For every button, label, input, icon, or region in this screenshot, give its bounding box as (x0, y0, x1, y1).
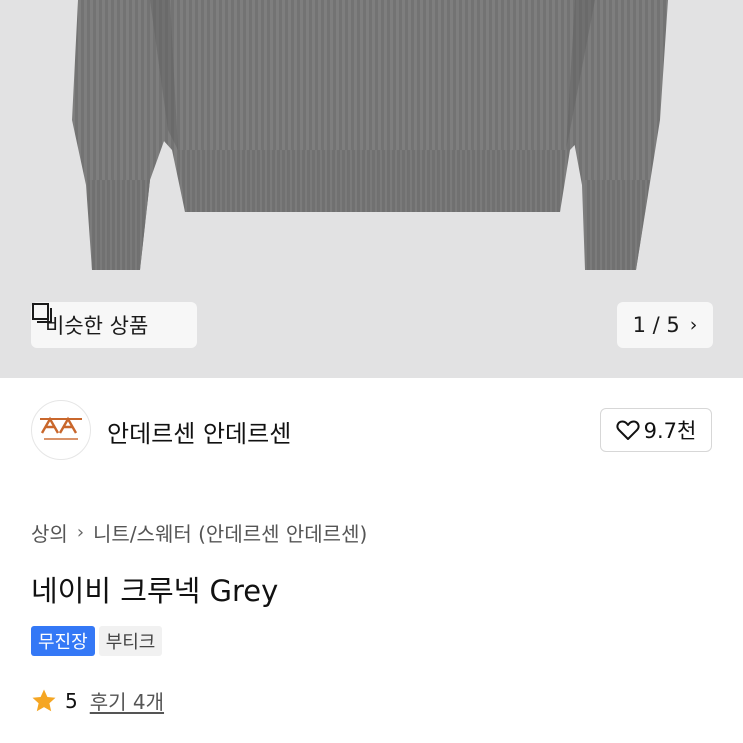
product-title: 네이비 크루넥 Grey (31, 574, 279, 608)
seller-logo[interactable] (31, 400, 91, 460)
andersen-logo-icon (40, 416, 82, 440)
seller-name[interactable]: 안데르센 안데르센 (107, 414, 291, 449)
like-button[interactable]: 9.7천 (600, 408, 712, 452)
badge-mujinjang: 무진장 (31, 626, 95, 656)
reviews-link[interactable]: 후기 4개 (90, 686, 164, 715)
breadcrumb: 상의 › 니트/스웨터 (안데르센 안데르센) (31, 518, 367, 547)
similar-items-label: 비슷한 상품 (45, 314, 149, 338)
star-icon (32, 689, 56, 711)
chevron-right-icon: › (76, 522, 85, 543)
seller-row: 안데르센 안데르센 9.7천 (0, 378, 743, 478)
like-count: 9.7천 (643, 419, 697, 443)
breadcrumb-item-subcategory[interactable]: 니트/스웨터 (안데르센 안데르센) (93, 518, 367, 547)
rating-score: 5 (65, 688, 78, 713)
similar-items-button[interactable]: 비슷한 상품 (31, 302, 197, 348)
image-counter-button[interactable]: 1 / 5 › (617, 302, 713, 348)
image-counter: 1 / 5 (632, 313, 680, 337)
rating-summary: 5 후기 4개 (31, 686, 164, 715)
breadcrumb-item-category[interactable]: 상의 (31, 518, 68, 547)
badge-boutique: 부티크 (98, 626, 163, 656)
chevron-right-icon: › (689, 314, 698, 336)
product-image-gallery[interactable]: 비슷한 상품 1 / 5 › (0, 0, 743, 378)
similar-items-icon (32, 303, 52, 323)
heart-outline-icon (616, 420, 640, 440)
badge-list: 무진장 부티크 (31, 626, 166, 656)
